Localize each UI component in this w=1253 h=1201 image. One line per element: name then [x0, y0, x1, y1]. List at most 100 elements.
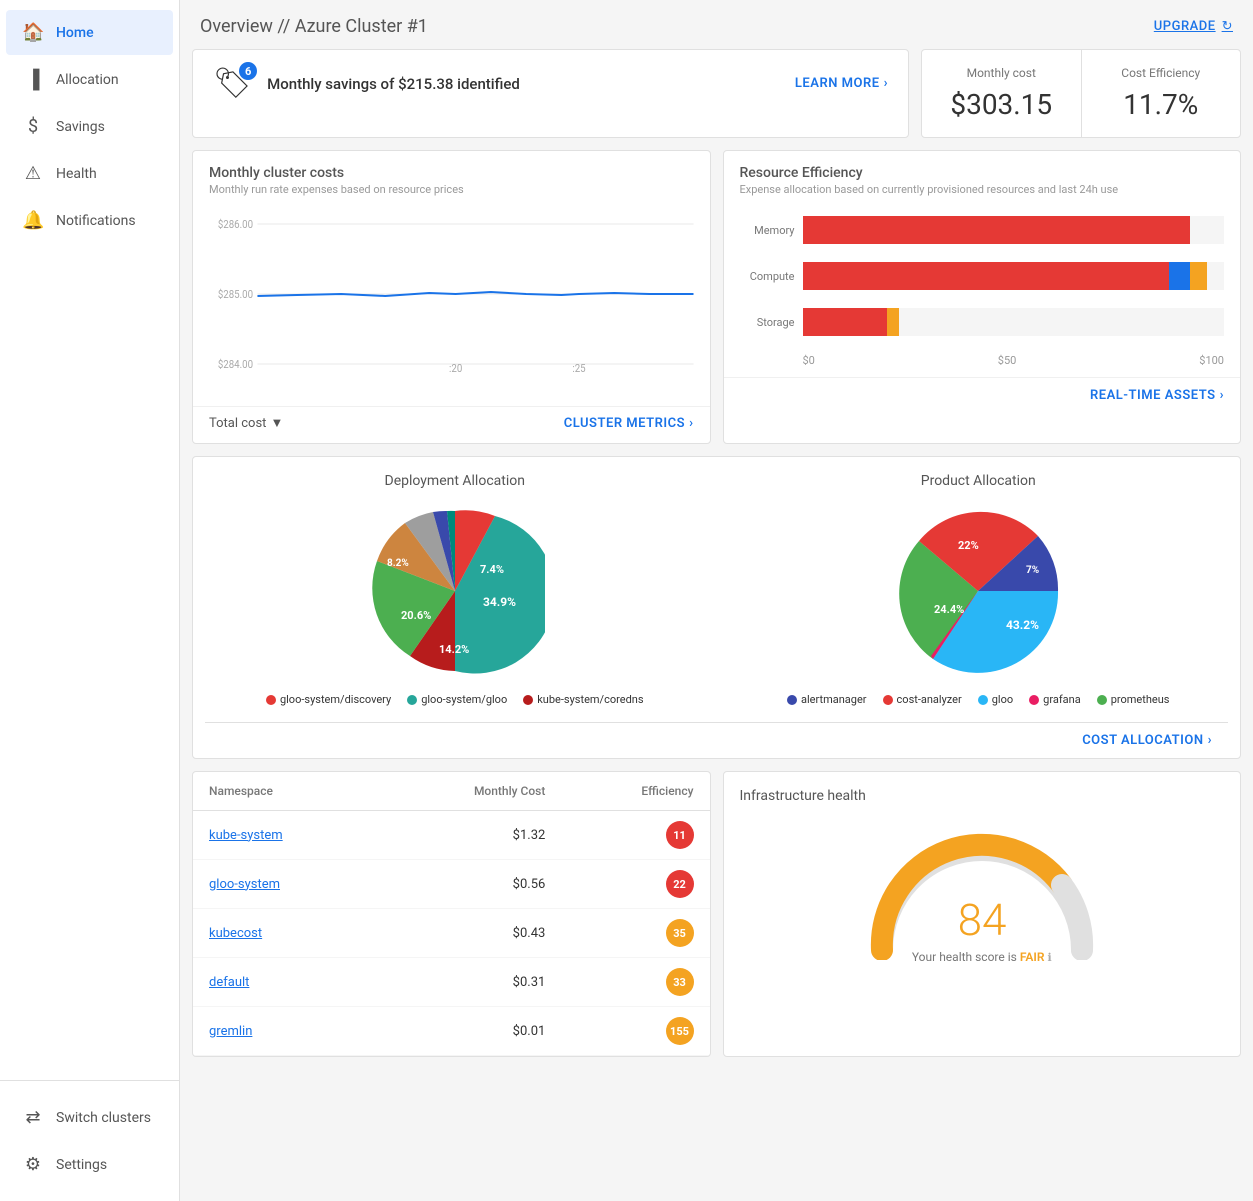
efficiency-metric: Cost Efficiency 11.7% [1082, 50, 1241, 137]
chevron-right-icon: › [884, 76, 888, 91]
sidebar-item-health[interactable]: ⚠ Health [6, 151, 173, 196]
deployment-allocation-title: Deployment Allocation [213, 473, 697, 489]
cost-summary-card: Monthly cost $303.15 Cost Efficiency 11.… [921, 49, 1241, 138]
sidebar: 🏠 Home ▐ Allocation $ Savings ⚠ Health 🔔… [0, 0, 180, 1201]
sidebar-item-label: Health [56, 166, 97, 182]
table-row: default $0.31 33 [193, 958, 710, 1007]
efficiency-badge: 22 [666, 870, 694, 898]
monthly-chart-title: Monthly cluster costs [193, 151, 710, 183]
monthly-cost-metric: Monthly cost $303.15 [922, 50, 1082, 137]
legend-label: grafana [1043, 693, 1081, 706]
sidebar-item-switch-clusters[interactable]: ⇄ Switch clusters [6, 1095, 173, 1140]
health-content: Infrastructure health 84 Y [724, 772, 1241, 980]
svg-text:$284.00: $284.00 [218, 357, 253, 371]
axis-label-100: $100 [1199, 354, 1224, 367]
sidebar-item-savings[interactable]: $ Savings [6, 104, 173, 149]
chart-footer: Total cost ▼ CLUSTER METRICS › [193, 406, 710, 443]
svg-text:34.9%: 34.9% [483, 595, 516, 609]
total-cost-label: Total cost [209, 416, 266, 431]
settings-icon: ⚙ [22, 1154, 44, 1175]
legend-label: kube-system/coredns [537, 693, 643, 706]
legend-label: gloo-system/gloo [421, 693, 507, 706]
storage-bar-used [803, 308, 887, 336]
cluster-metrics-button[interactable]: CLUSTER METRICS › [564, 416, 694, 431]
monthly-cost-cell: $1.32 [379, 811, 561, 860]
main-header: Overview // Azure Cluster #1 UPGRADE ↻ [180, 0, 1253, 49]
efficiency-cell: 33 [561, 958, 709, 1007]
namespace-link[interactable]: kubecost [209, 926, 262, 941]
efficiency-label: Cost Efficiency [1106, 66, 1217, 80]
chevron-right-icon: › [689, 416, 693, 431]
line-chart-svg: $286.00 $285.00 $284.00 :20 :25 [209, 214, 694, 374]
monthly-cost-cell: $0.01 [379, 1007, 561, 1056]
info-icon: ℹ [1047, 951, 1051, 964]
compute-bar-track [803, 262, 1225, 290]
efficiency-col-header: Efficiency [561, 772, 709, 811]
real-time-assets-button[interactable]: REAL-TIME ASSETS › [1090, 388, 1224, 403]
namespace-link[interactable]: gremlin [209, 1024, 252, 1039]
axis-label-50: $50 [998, 354, 1017, 367]
cost-allocation-button[interactable]: COST ALLOCATION › [1082, 733, 1212, 748]
legend-item-grafana: grafana [1029, 693, 1081, 706]
namespace-link[interactable]: gloo-system [209, 877, 280, 892]
top-row: 🏷 6 Monthly savings of $215.38 identifie… [180, 49, 1253, 150]
svg-text::25: :25 [572, 361, 585, 374]
sidebar-item-home[interactable]: 🏠 Home [6, 10, 173, 55]
svg-text:22%: 22% [958, 539, 979, 552]
sidebar-item-notifications[interactable]: 🔔 Notifications [6, 198, 173, 243]
banner-text: Monthly savings of $215.38 identified [267, 75, 779, 93]
storage-bar-orange [887, 308, 900, 336]
monthly-cost-cell: $0.43 [379, 909, 561, 958]
gauge-wrapper: 84 [740, 820, 1225, 960]
namespace-link[interactable]: default [209, 975, 249, 990]
efficiency-value: 11.7% [1106, 88, 1217, 121]
switch-clusters-icon: ⇄ [22, 1107, 44, 1128]
charts-row: Monthly cluster costs Monthly run rate e… [180, 150, 1253, 456]
product-allocation-title: Product Allocation [737, 473, 1221, 489]
deployment-pie-wrapper: 7.4% 34.9% 14.2% 20.6% 8.2% [213, 501, 697, 681]
efficiency-cell: 11 [561, 811, 709, 860]
compute-bar-free [1207, 262, 1224, 290]
notifications-icon: 🔔 [22, 210, 44, 231]
main-content: Overview // Azure Cluster #1 UPGRADE ↻ 🏷… [180, 0, 1253, 1201]
legend-item-gloo: gloo-system/gloo [407, 693, 507, 706]
total-cost-dropdown[interactable]: Total cost ▼ [209, 415, 283, 431]
home-icon: 🏠 [22, 22, 44, 43]
allocation-icon: ▐ [22, 69, 44, 90]
legend-dot [1029, 695, 1039, 705]
badge-count: 6 [239, 62, 257, 80]
monthly-cost-cell: $0.56 [379, 860, 561, 909]
resource-efficiency-subtitle: Expense allocation based on currently pr… [724, 183, 1241, 206]
storage-bar-track [803, 308, 1225, 336]
efficiency-badge: 35 [666, 919, 694, 947]
namespace-table: Namespace Monthly Cost Efficiency kube-s… [193, 772, 710, 1056]
compute-bar-used [803, 262, 1170, 290]
namespace-link[interactable]: kube-system [209, 828, 283, 843]
sidebar-item-allocation[interactable]: ▐ Allocation [6, 57, 173, 102]
upgrade-label: UPGRADE [1154, 19, 1216, 34]
svg-text:$286.00: $286.00 [218, 217, 253, 231]
legend-dot [787, 695, 797, 705]
efficiency-cell: 22 [561, 860, 709, 909]
product-allocation-card: Product Allocation 43.2% [729, 457, 1229, 722]
banner-card: 🏷 6 Monthly savings of $215.38 identifie… [192, 49, 909, 138]
learn-more-button[interactable]: LEARN MORE › [795, 76, 888, 91]
upgrade-button[interactable]: UPGRADE ↻ [1154, 19, 1233, 34]
sidebar-item-settings[interactable]: ⚙ Settings [6, 1142, 173, 1187]
real-time-assets-footer: REAL-TIME ASSETS › [724, 377, 1241, 413]
resource-efficiency-card: Resource Efficiency Expense allocation b… [723, 150, 1242, 444]
bar-chart-axis: $0 $50 $100 [740, 354, 1225, 367]
sidebar-item-label: Switch clusters [56, 1110, 151, 1126]
chevron-right-icon: › [1208, 733, 1212, 748]
product-pie-chart: 43.2% 24.4% 22% 7% [888, 501, 1068, 681]
legend-label: alertmanager [801, 693, 867, 706]
monthly-chart-subtitle: Monthly run rate expenses based on resou… [193, 183, 710, 206]
legend-item-discovery: gloo-system/discovery [266, 693, 391, 706]
legend-dot [978, 695, 988, 705]
legend-label: cost-analyzer [897, 693, 962, 706]
compute-bar-row: Compute [740, 262, 1225, 290]
legend-label: gloo [992, 693, 1013, 706]
health-score-label: Your health score is FAIR ℹ [740, 950, 1225, 964]
deployment-allocation-card: Deployment Allocation [205, 457, 705, 722]
efficiency-badge: 11 [666, 821, 694, 849]
